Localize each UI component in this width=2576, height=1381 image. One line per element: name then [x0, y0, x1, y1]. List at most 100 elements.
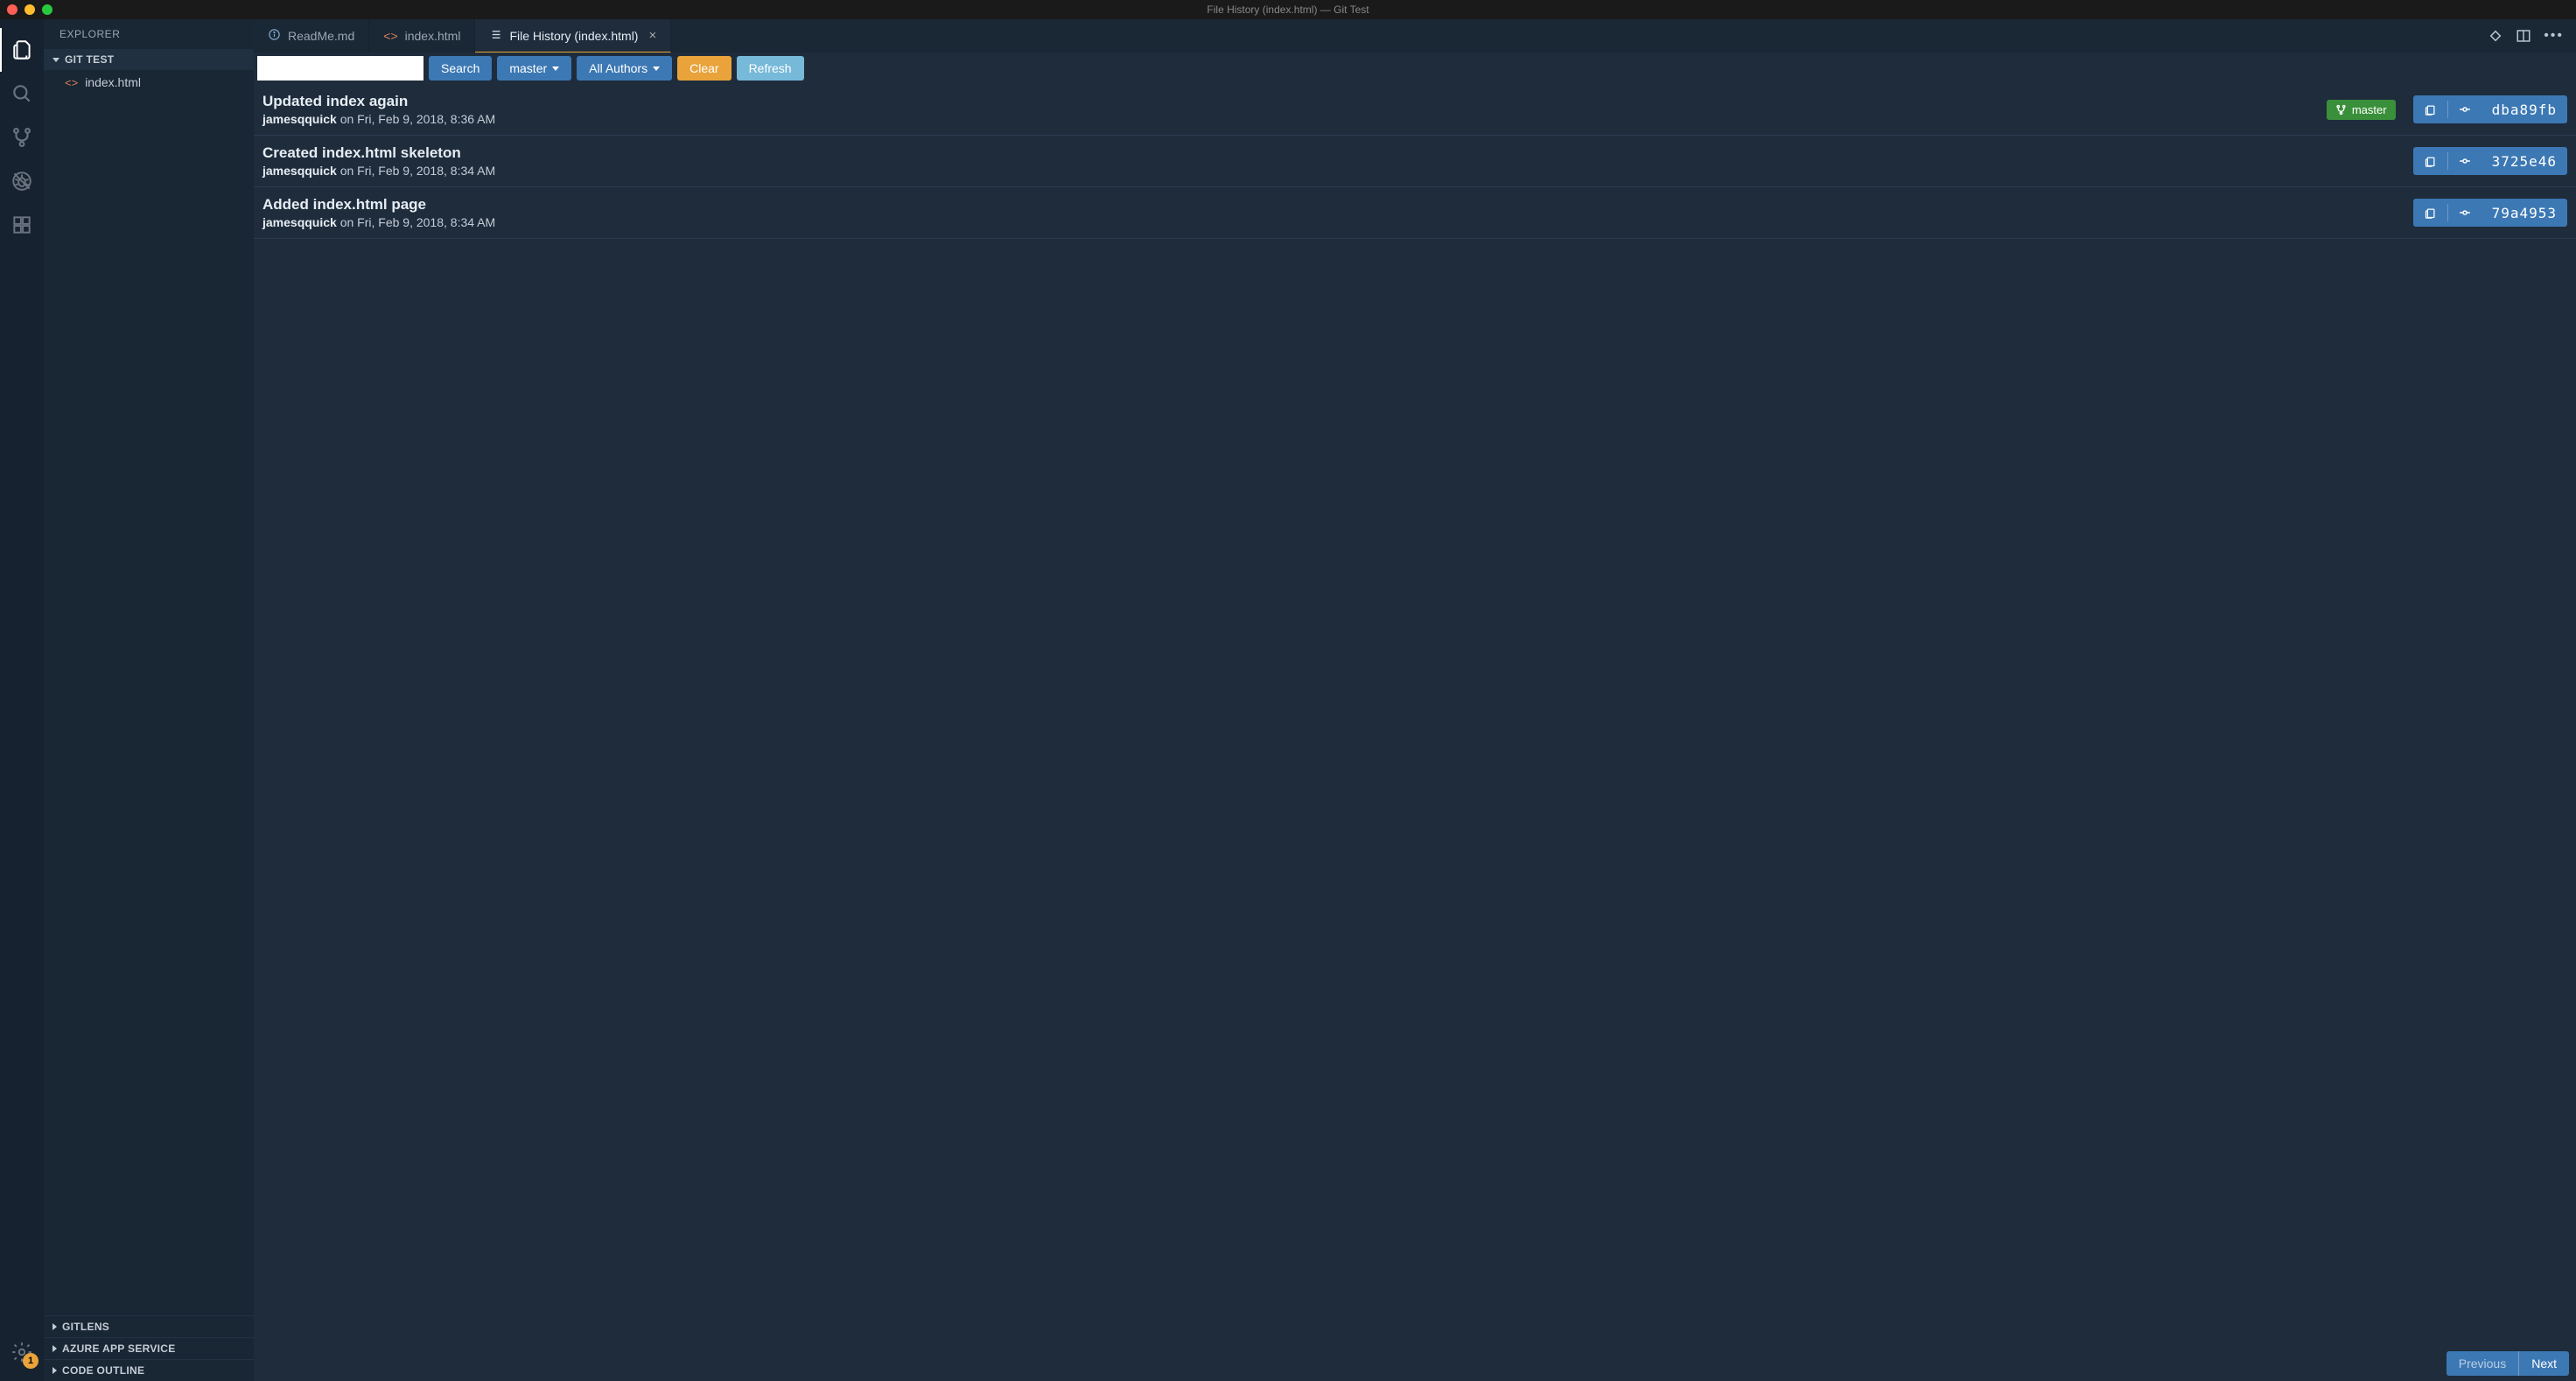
- commit-author: jamesqquick: [262, 112, 337, 126]
- pagination-nav: Previous Next: [254, 1346, 2576, 1381]
- tab-label: File History (index.html): [509, 29, 638, 43]
- history-toolbar: Search master All Authors Clear Refresh: [254, 53, 2576, 84]
- authors-dropdown[interactable]: All Authors: [577, 56, 672, 81]
- activity-debug[interactable]: [0, 159, 44, 203]
- commit-date: on Fri, Feb 9, 2018, 8:34 AM: [340, 215, 495, 229]
- sidebar-folder-header[interactable]: GIT TEST: [44, 49, 254, 70]
- commit-message: Added index.html page: [262, 196, 2413, 214]
- commit-info: Updated index again jamesqquick on Fri, …: [262, 93, 2327, 126]
- activity-search[interactable]: [0, 72, 44, 116]
- branch-icon: [10, 126, 33, 149]
- file-tree-item[interactable]: <> index.html: [44, 72, 254, 93]
- copy-hash-button[interactable]: [2413, 147, 2447, 175]
- previous-button[interactable]: Previous: [2446, 1351, 2518, 1376]
- close-window-button[interactable]: [7, 4, 18, 15]
- commit-row[interactable]: Updated index again jamesqquick on Fri, …: [254, 84, 2576, 136]
- commit-node-icon[interactable]: [2448, 95, 2482, 123]
- chevron-right-icon: [52, 1345, 57, 1352]
- search-icon: [10, 82, 33, 105]
- commit-icon: [2459, 155, 2471, 167]
- refresh-button[interactable]: Refresh: [737, 56, 804, 81]
- button-label: Refresh: [749, 61, 792, 75]
- commit-hash-pill: 79a4953: [2413, 199, 2567, 227]
- sidebar-title: EXPLORER: [44, 19, 254, 49]
- close-icon[interactable]: ×: [648, 28, 656, 43]
- minimize-window-button[interactable]: [24, 4, 35, 15]
- copy-hash-button[interactable]: [2413, 95, 2447, 123]
- commit-hash-pill: dba89fb: [2413, 95, 2567, 123]
- activity-explorer[interactable]: [0, 28, 44, 72]
- commit-message: Created index.html skeleton: [262, 144, 2413, 162]
- branch-dropdown[interactable]: master: [497, 56, 571, 81]
- copy-hash-button[interactable]: [2413, 199, 2447, 227]
- code-icon: <>: [383, 29, 397, 43]
- commit-meta: jamesqquick on Fri, Feb 9, 2018, 8:34 AM: [262, 215, 2413, 229]
- commit-meta: jamesqquick on Fri, Feb 9, 2018, 8:36 AM: [262, 112, 2327, 126]
- tab-actions: •••: [2475, 19, 2576, 53]
- chevron-down-icon: [552, 67, 559, 71]
- branch-name: master: [2352, 103, 2387, 116]
- folder-name: GIT TEST: [65, 53, 114, 66]
- commit-icon: [2459, 207, 2471, 219]
- chevron-down-icon: [653, 67, 660, 71]
- file-name: index.html: [85, 75, 141, 89]
- tab-label: ReadMe.md: [288, 29, 354, 43]
- clipboard-icon: [2424, 207, 2437, 220]
- commits-list: Updated index again jamesqquick on Fri, …: [254, 84, 2576, 1346]
- chevron-right-icon: [52, 1367, 57, 1374]
- debug-icon: [10, 170, 33, 193]
- tab-file-history[interactable]: File History (index.html) ×: [475, 19, 671, 53]
- search-button[interactable]: Search: [429, 56, 492, 81]
- titlebar: File History (index.html) — Git Test: [0, 0, 2576, 19]
- branch-tag[interactable]: master: [2327, 100, 2396, 120]
- editor-area: ReadMe.md <> index.html File History (in…: [254, 19, 2576, 1381]
- activity-source-control[interactable]: [0, 116, 44, 159]
- commit-meta: jamesqquick on Fri, Feb 9, 2018, 8:34 AM: [262, 164, 2413, 178]
- tab-index-html[interactable]: <> index.html: [369, 19, 475, 53]
- chevron-down-icon: [52, 58, 60, 62]
- next-button[interactable]: Next: [2519, 1351, 2569, 1376]
- extensions-icon: [10, 214, 33, 236]
- code-icon: <>: [65, 76, 78, 89]
- sidebar-bottom-sections: GITLENS AZURE APP SERVICE CODE OUTLINE: [44, 1315, 254, 1381]
- commit-node-icon[interactable]: [2448, 147, 2482, 175]
- chevron-right-icon: [52, 1323, 57, 1330]
- sidebar-section-azure[interactable]: AZURE APP SERVICE: [44, 1337, 254, 1359]
- commit-row[interactable]: Created index.html skeleton jamesqquick …: [254, 136, 2576, 187]
- window-controls: [7, 4, 52, 15]
- maximize-window-button[interactable]: [42, 4, 52, 15]
- files-icon: [11, 39, 34, 61]
- commit-node-icon[interactable]: [2448, 199, 2482, 227]
- tabs-row: ReadMe.md <> index.html File History (in…: [254, 19, 2576, 53]
- section-label: GITLENS: [62, 1321, 109, 1333]
- sidebar-section-code-outline[interactable]: CODE OUTLINE: [44, 1359, 254, 1381]
- settings-badge: 1: [23, 1353, 38, 1369]
- tab-label: index.html: [405, 29, 461, 43]
- search-input[interactable]: [257, 56, 424, 81]
- commit-date: on Fri, Feb 9, 2018, 8:36 AM: [340, 112, 495, 126]
- commit-info: Added index.html page jamesqquick on Fri…: [262, 196, 2413, 229]
- tab-readme[interactable]: ReadMe.md: [254, 19, 369, 53]
- button-label: All Authors: [589, 61, 648, 75]
- commit-icon: [2459, 103, 2471, 116]
- diamond-icon[interactable]: [2488, 28, 2503, 44]
- clear-button[interactable]: Clear: [677, 56, 731, 81]
- activity-extensions[interactable]: [0, 203, 44, 247]
- commit-hash-pill: 3725e46: [2413, 147, 2567, 175]
- commit-hash[interactable]: 3725e46: [2482, 147, 2567, 175]
- button-label: Search: [441, 61, 480, 75]
- commit-message: Updated index again: [262, 93, 2327, 110]
- commit-hash[interactable]: 79a4953: [2482, 199, 2567, 227]
- commit-row[interactable]: Added index.html page jamesqquick on Fri…: [254, 187, 2576, 239]
- split-editor-icon[interactable]: [2516, 28, 2531, 44]
- info-icon: [268, 28, 281, 44]
- activity-settings[interactable]: 1: [0, 1330, 44, 1374]
- list-icon: [489, 28, 502, 44]
- clipboard-icon: [2424, 155, 2437, 168]
- commit-hash[interactable]: dba89fb: [2482, 95, 2567, 123]
- branch-icon: [2335, 104, 2347, 116]
- more-icon[interactable]: •••: [2544, 28, 2564, 44]
- file-tree: <> index.html: [44, 70, 254, 1315]
- sidebar-section-gitlens[interactable]: GITLENS: [44, 1315, 254, 1337]
- section-label: AZURE APP SERVICE: [62, 1342, 176, 1355]
